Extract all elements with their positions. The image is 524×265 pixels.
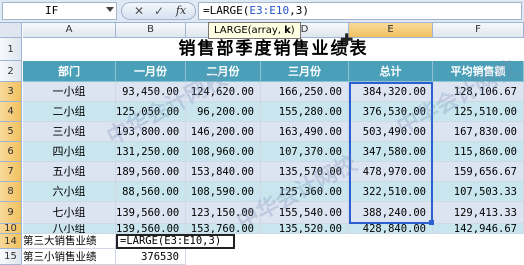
cell-e9[interactable]: 388,240.00 [349,202,433,224]
cell-c6[interactable]: 108,960.00 [186,142,261,162]
cell-b4[interactable]: 125,050.00 [116,102,186,122]
header-cell-e[interactable]: 总计 [349,61,433,82]
insert-function-button[interactable]: fx [172,3,190,19]
row-header-2[interactable]: 2 [0,61,22,82]
tooltip-arg-k: k [284,25,291,36]
cell-d4[interactable]: 155,280.00 [261,102,349,122]
cancel-x-icon[interactable]: ✕ [130,3,148,19]
cell-a6[interactable]: 四小组 [23,142,116,162]
row-header-10[interactable]: 10 [0,224,22,234]
cell-b9[interactable]: 139,560.00 [116,202,186,224]
cell-a8[interactable]: 六小组 [23,182,116,202]
cell-c9[interactable]: 123,150.00 [186,202,261,224]
row-header-5[interactable]: 5 [0,122,22,142]
cell-f8[interactable]: 107,503.33 [433,182,524,202]
cell-f9[interactable]: 129,413.33 [433,202,524,224]
header-cell-d[interactable]: 三月份 [261,61,349,82]
collapsed-rows-gap [23,224,524,234]
header-cell-b[interactable]: 一月份 [116,61,186,82]
cell-e8[interactable]: 322,510.00 [349,182,433,202]
cell-c7[interactable]: 153,840.00 [186,162,261,182]
cell-b14-editing[interactable]: =LARGE(E3:E10,3) [116,234,235,249]
cell-a7[interactable]: 五小组 [23,162,116,182]
cell-c8[interactable]: 108,590.00 [186,182,261,202]
cell-cursor-icon: ✚ [340,30,354,49]
row-header-15[interactable]: 15 [0,249,22,265]
cell-d6[interactable]: 107,370.00 [261,142,349,162]
sheet-title: 销售部季度销售业绩表 [178,39,369,59]
selection-fill-handle[interactable] [429,220,434,225]
name-box[interactable]: IF [2,2,117,20]
formula-range-ref: E3:E10 [249,4,290,17]
row-header-14[interactable]: 14 [0,234,22,249]
cell-e5[interactable]: 503,490.00 [349,122,433,142]
function-tooltip: LARGE(array, k) [208,22,301,39]
cell-a14[interactable]: 第三大销售业绩 [23,234,116,249]
tooltip-close-paren: ) [290,25,295,36]
row-header-7[interactable]: 7 [0,162,22,182]
header-cell-c[interactable]: 二月份 [186,61,261,82]
cell-f6[interactable]: 115,860.00 [433,142,524,162]
cell-b7[interactable]: 189,560.00 [116,162,186,182]
cell-d8[interactable]: 125,360.00 [261,182,349,202]
row-header-6[interactable]: 6 [0,142,22,162]
formula-buttons: ✕ ✓ fx [121,2,196,20]
row-header-9[interactable]: 9 [0,202,22,224]
cell-b5[interactable]: 193,800.00 [116,122,186,142]
header-cell-f[interactable]: 平均销售额 [433,61,524,82]
cell-d3[interactable]: 166,250.00 [261,82,349,102]
cell-e4[interactable]: 376,530.00 [349,102,433,122]
cell-e6[interactable]: 347,580.00 [349,142,433,162]
column-header-f[interactable]: F [433,23,524,38]
cell-b6[interactable]: 131,250.00 [116,142,186,162]
cell-a15[interactable]: 第三小销售业绩 [23,249,116,265]
column-header-b[interactable]: B [116,23,186,38]
check-icon[interactable]: ✓ [150,3,168,19]
cell-c3[interactable]: 124,620.00 [186,82,261,102]
tooltip-text: LARGE(array, [214,25,285,36]
cell-a5[interactable]: 三小组 [23,122,116,142]
cell-c4[interactable]: 96,200.00 [186,102,261,122]
cell-d5[interactable]: 163,490.00 [261,122,349,142]
formula-prefix: =LARGE( [203,4,250,17]
cell-c5[interactable]: 146,200.00 [186,122,261,142]
formula-suffix: ,3) [289,4,309,17]
formula-bar: IF ✕ ✓ fx =LARGE(E3:E10,3) [0,0,524,23]
row-header-4[interactable]: 4 [0,102,22,122]
row-header-1[interactable]: 1 [0,38,22,61]
row-header-8[interactable]: 8 [0,182,22,202]
cell-d9[interactable]: 155,540.00 [261,202,349,224]
header-cell-a[interactable]: 部门 [23,61,116,82]
cell-e7[interactable]: 478,970.00 [349,162,433,182]
cell-a4[interactable]: 二小组 [23,102,116,122]
cell-b8[interactable]: 88,560.00 [116,182,186,202]
cell-f4[interactable]: 125,510.00 [433,102,524,122]
cell-b3[interactable]: 93,450.00 [116,82,186,102]
cell-f3[interactable]: 128,106.67 [433,82,524,102]
cell-a3[interactable]: 一小组 [23,82,116,102]
cell-f5[interactable]: 167,830.00 [433,122,524,142]
cell-d7[interactable]: 135,570.00 [261,162,349,182]
row-header-3[interactable]: 3 [0,82,22,102]
cell-b15[interactable]: 376530 [116,249,186,265]
cell-a9[interactable]: 七小组 [23,202,116,224]
column-header-a[interactable]: A [23,23,116,38]
cell-f7[interactable]: 159,656.67 [433,162,524,182]
cell-e3[interactable]: 384,320.00 [349,82,433,102]
chevron-down-icon[interactable] [106,7,114,12]
select-all-corner[interactable] [0,23,22,38]
formula-input[interactable]: =LARGE(E3:E10,3) [198,2,522,20]
column-header-e[interactable]: E [349,23,433,38]
name-box-value: IF [45,4,59,17]
